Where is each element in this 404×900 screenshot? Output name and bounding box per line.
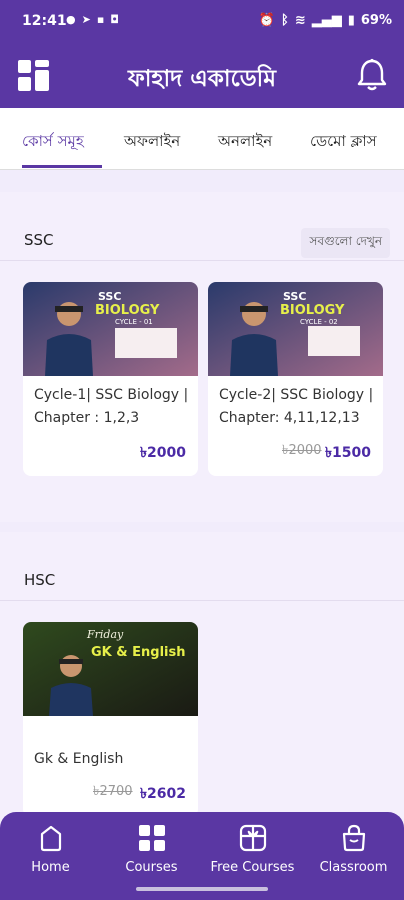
nav-label: Home	[31, 860, 70, 875]
section-hsc: HSC Friday GK & English Gk & English ৳27…	[0, 532, 404, 822]
see-all-button[interactable]: সবগুলো দেখুন	[301, 228, 390, 258]
section-ssc: SSC সবগুলো দেখুন SSC BIOLOGY CYCLE - 01 …	[0, 192, 404, 522]
svg-text:CYCLE - 02: CYCLE - 02	[300, 318, 338, 326]
notification-dot-icon: ●	[66, 13, 76, 26]
battery-icon: ▮	[347, 13, 355, 28]
tab-demo-class[interactable]: ডেমো ক্লাস	[310, 130, 377, 155]
nav-label: Courses	[125, 860, 178, 875]
status-time: 12:41	[22, 13, 67, 29]
send-icon: ➤	[81, 13, 91, 26]
svg-text:Friday: Friday	[86, 628, 124, 641]
app-bar: ফাহাদ একাডেমি	[0, 46, 404, 108]
svg-text:GK & English: GK & English	[91, 645, 185, 660]
tab-bar: কোর্স সমূহ অফলাইন অনলাইন ডেমো ক্লাস	[0, 108, 404, 170]
tab-courses[interactable]: কোর্স সমূহ	[22, 130, 84, 155]
course-thumbnail: Friday GK & English	[23, 622, 198, 716]
course-price: ৳1500	[325, 445, 371, 461]
bluetooth-icon: ᛒ	[281, 13, 289, 28]
nav-label: Free Courses	[210, 860, 295, 875]
tab-online[interactable]: অনলাইন	[218, 130, 272, 155]
course-title: Cycle-1| SSC Biology | Chapter : 1,2,3	[34, 387, 189, 426]
svg-text:SSC: SSC	[98, 290, 121, 303]
nav-classroom[interactable]: Classroom	[303, 820, 404, 875]
course-card[interactable]: SSC BIOLOGY CYCLE - 02 Cycle-2| SSC Biol…	[208, 282, 383, 476]
course-price: ৳2000	[140, 445, 186, 461]
section-title: SSC	[24, 231, 54, 249]
grid-icon	[138, 825, 165, 851]
alarm-icon: ⏰	[258, 13, 275, 28]
svg-text:BIOLOGY: BIOLOGY	[280, 303, 345, 318]
app-notification-icon: ◘	[110, 13, 119, 26]
bag-icon	[342, 824, 365, 852]
tab-offline[interactable]: অফলাইন	[124, 130, 180, 155]
battery-level: 69%	[360, 13, 392, 28]
nav-courses[interactable]: Courses	[101, 820, 202, 875]
status-bar: 12:41 ● ➤ ▪ ◘ ⏰ ᛒ ≋ ▂▄▆ ▮ 69%	[0, 0, 404, 46]
svg-text:CYCLE - 01: CYCLE - 01	[115, 318, 153, 326]
course-title: Cycle-2| SSC Biology | Chapter: 4,11,12,…	[219, 387, 374, 426]
gesture-home-bar[interactable]	[136, 887, 268, 891]
gift-icon	[239, 824, 266, 852]
signal-icon: ▂▄▆	[311, 13, 342, 28]
app-notification-icon: ▪	[96, 13, 105, 26]
notification-icons: ● ➤ ▪ ◘	[66, 13, 119, 26]
course-thumbnail: SSC BIOLOGY CYCLE - 01	[23, 282, 198, 376]
course-card[interactable]: Friday GK & English Gk & English ৳2700 ৳…	[23, 622, 198, 817]
course-title: Gk & English	[34, 751, 124, 767]
nav-home[interactable]: Home	[0, 820, 101, 875]
home-icon	[40, 825, 61, 852]
active-tab-indicator	[22, 165, 102, 168]
svg-text:SSC: SSC	[283, 290, 306, 303]
original-price: ৳2700	[93, 784, 133, 799]
bell-icon[interactable]	[356, 58, 388, 92]
nav-label: Classroom	[319, 860, 388, 875]
section-title: HSC	[24, 571, 56, 589]
course-price: ৳2602	[140, 786, 186, 802]
course-card[interactable]: SSC BIOLOGY CYCLE - 01 Cycle-1| SSC Biol…	[23, 282, 198, 476]
course-thumbnail: SSC BIOLOGY CYCLE - 02	[208, 282, 383, 376]
divider	[0, 600, 404, 601]
divider	[0, 260, 404, 261]
system-icons: ⏰ ᛒ ≋ ▂▄▆ ▮ 69%	[259, 13, 392, 28]
nav-free-courses[interactable]: Free Courses	[202, 820, 303, 875]
wifi-icon: ≋	[294, 13, 306, 28]
app-title: ফাহাদ একাডেমি	[127, 66, 277, 92]
original-price: ৳2000	[282, 443, 322, 458]
svg-text:BIOLOGY: BIOLOGY	[95, 303, 160, 318]
